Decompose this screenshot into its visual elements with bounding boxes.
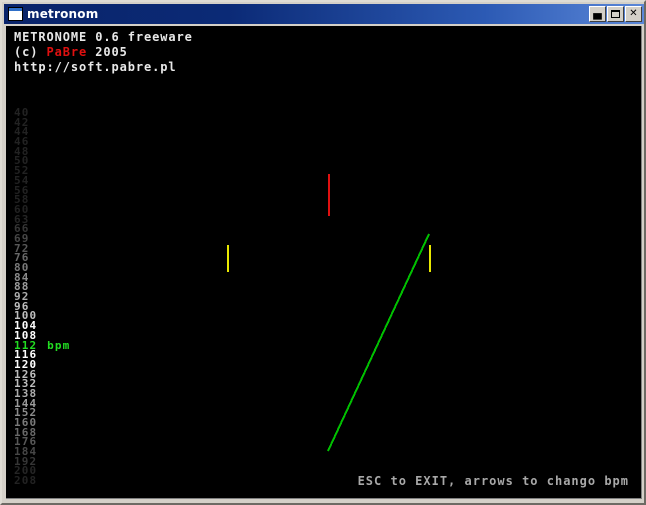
minimize-button[interactable]: ▄ — [589, 6, 606, 22]
bpm-scale-item[interactable]: 44 — [14, 126, 124, 137]
maximize-button[interactable] — [607, 6, 624, 22]
bpm-scale-item[interactable]: 84 — [14, 272, 124, 283]
console-client-area: METRONOME 0.6 freeware (c) PaBre 2005 ht… — [6, 26, 642, 499]
website-line: http://soft.pabre.pl — [14, 60, 177, 74]
program-header: METRONOME 0.6 freeware (c) PaBre 2005 ht… — [14, 30, 193, 75]
bpm-scale-item[interactable]: 50 — [14, 155, 124, 166]
copyright-prefix: (c) — [14, 45, 47, 59]
pendulum-arm — [327, 233, 430, 452]
bpm-scale-item[interactable]: 72 — [14, 243, 124, 254]
bpm-scale-item[interactable]: 69 — [14, 233, 124, 244]
bpm-scale-item[interactable]: 48 — [14, 146, 124, 157]
bpm-scale-item[interactable]: 60 — [14, 204, 124, 215]
bpm-scale-item[interactable]: 80 — [14, 262, 124, 273]
close-button[interactable]: ✕ — [625, 6, 642, 22]
application-window: metronom ▄ ✕ METRONOME 0.6 freeware (c) … — [0, 0, 646, 505]
bpm-scale-item[interactable]: 63 — [14, 214, 124, 225]
close-icon: ✕ — [629, 8, 638, 19]
bpm-scale-item[interactable]: 54 — [14, 175, 124, 186]
bpm-scale-item[interactable]: 92 — [14, 291, 124, 302]
bpm-scale-item[interactable]: 56 — [14, 185, 124, 196]
maximize-icon — [611, 10, 620, 18]
author-name: PaBre — [46, 45, 88, 59]
bpm-scale-item[interactable]: 46 — [14, 136, 124, 147]
bpm-value: 208 — [14, 474, 38, 488]
bpm-scale-item[interactable]: 88 — [14, 281, 124, 292]
bpm-scale-list[interactable]: 40 42 44 46 48 50 52 54 56 58 60 63 66 69 72 76 80 84 88 92… — [14, 107, 124, 488]
bpm-scale-item[interactable]: 208 — [14, 474, 124, 488]
bpm-scale-item[interactable]: 66 — [14, 223, 124, 234]
keyboard-hint: ESC to EXIT, arrows to chango bpm — [357, 474, 629, 488]
minimize-icon: ▄ — [593, 7, 602, 20]
copyright-line: (c) PaBre 2005 — [14, 45, 193, 60]
copyright-year: 2005 — [87, 45, 128, 59]
window-icon — [8, 7, 23, 21]
bpm-scale-item[interactable]: 42 — [14, 117, 124, 128]
bpm-unit-label: bpm — [47, 338, 71, 352]
window-title: metronom — [27, 7, 99, 21]
bpm-scale-item[interactable]: 58 — [14, 194, 124, 205]
bpm-scale-item[interactable]: 52 — [14, 165, 124, 176]
bpm-scale-item[interactable]: 76 — [14, 252, 124, 263]
bpm-scale-item[interactable]: 40 — [14, 107, 124, 118]
title-bar[interactable]: metronom ▄ ✕ — [4, 4, 644, 24]
program-title-line: METRONOME 0.6 freeware — [14, 30, 193, 44]
